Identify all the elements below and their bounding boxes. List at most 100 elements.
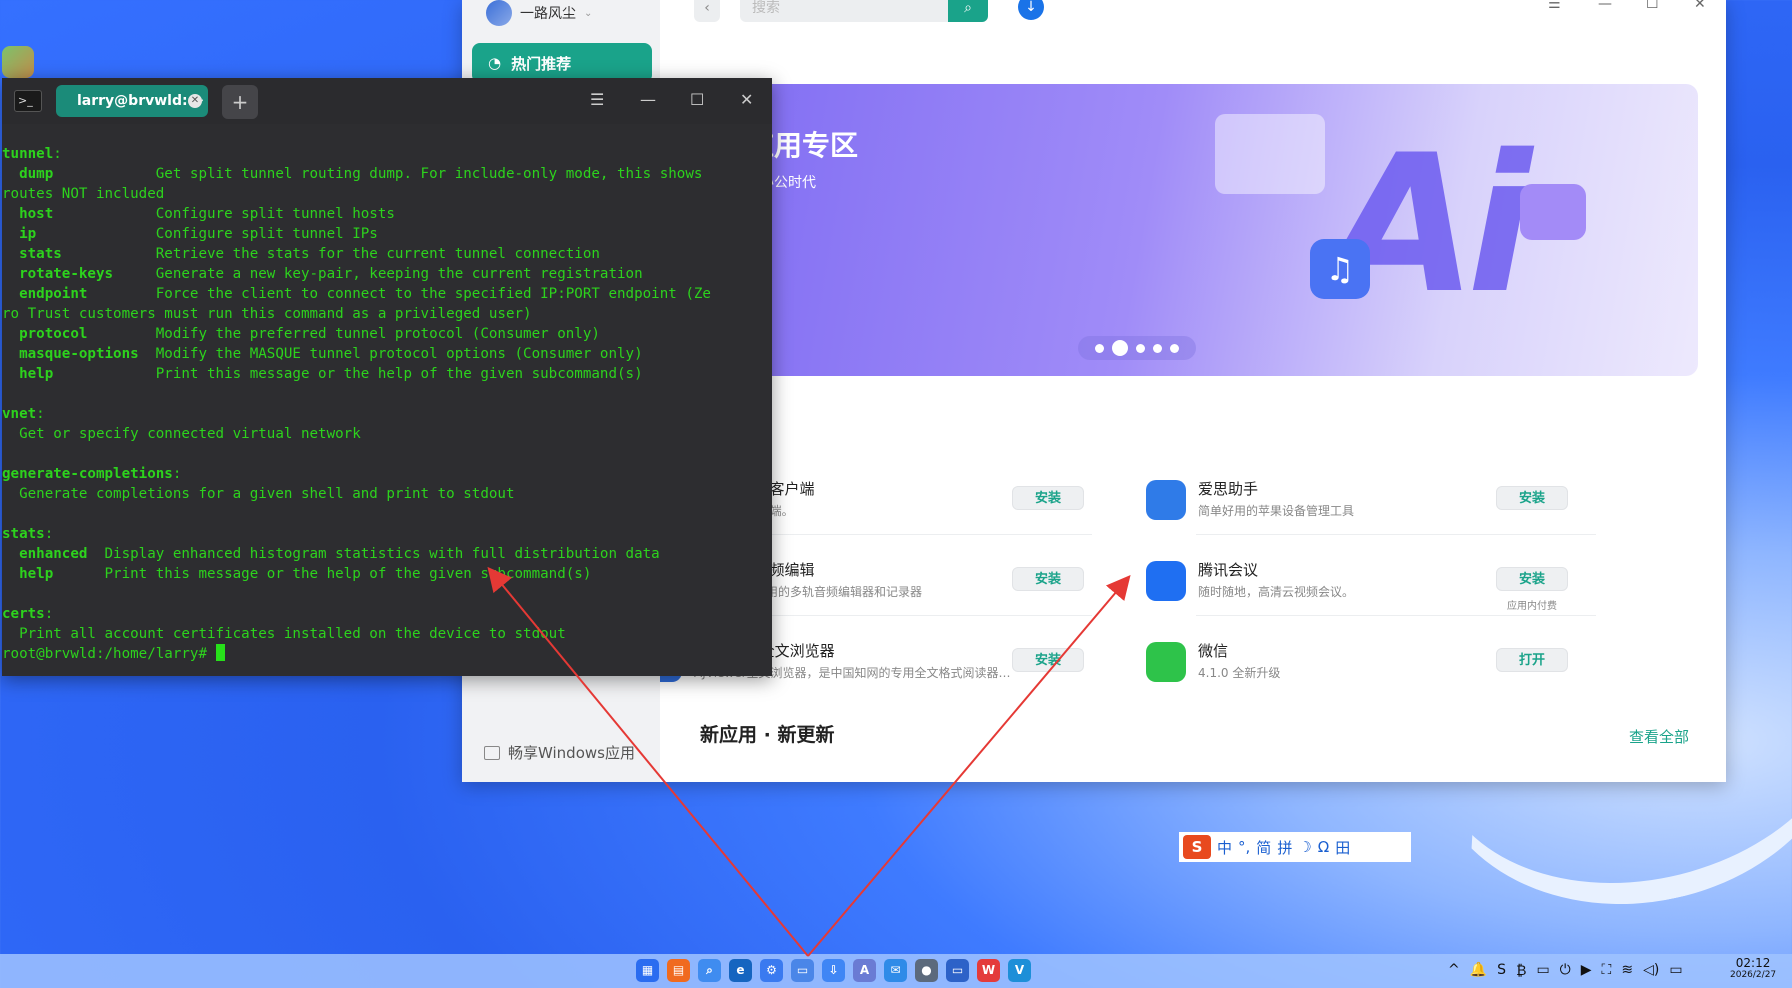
terminal-text: Display enhanced histogram statistics wi… [87, 546, 660, 562]
sidebar-item-windows-apps[interactable]: 畅享Windows应用 [484, 742, 635, 763]
tray-icon[interactable]: ₿ [1516, 962, 1526, 979]
camera-icon[interactable]: ● [915, 959, 938, 982]
terminal-line: masque-options Modify the MASQUE tunnel … [2, 344, 772, 364]
ime-tool-item[interactable]: 拼 [1277, 837, 1292, 858]
clock[interactable]: 02:12 2026/2/27 [1730, 956, 1776, 980]
terminal-prompt-line[interactable]: root@brvwld:/home/larry# [2, 644, 772, 664]
terminal-close-button[interactable]: ✕ [740, 90, 753, 109]
terminal-colon: : [53, 146, 62, 162]
mail-icon[interactable]: ✉ [884, 959, 907, 982]
screen-icon[interactable]: ▭ [946, 959, 969, 982]
close-tab-icon[interactable]: ✕ [188, 94, 202, 108]
ime-tool-item[interactable]: 田 [1335, 837, 1350, 858]
new-tab-button[interactable]: + [222, 85, 258, 119]
tray-icon[interactable]: ▭ [1536, 962, 1549, 979]
download-manager-button[interactable]: ↓ [1018, 0, 1044, 20]
terminal-tab[interactable]: larry@brvwld: ~ ✕ [56, 85, 208, 117]
browser-icon[interactable]: e [729, 959, 752, 982]
tray-icon[interactable]: ◁) [1643, 962, 1659, 979]
terminal-line: vnet: [2, 404, 772, 424]
app-list-item[interactable]: 爱思助手 简单好用的苹果设备管理工具 安装 [1146, 470, 1616, 542]
install-button[interactable]: 安装 [1496, 567, 1568, 591]
launcher-icon[interactable]: ▦ [636, 959, 659, 982]
carousel-dot[interactable] [1095, 343, 1104, 353]
minimize-button[interactable]: — [1598, 0, 1612, 12]
terminal-minimize-button[interactable]: — [640, 90, 656, 109]
search-app-icon[interactable]: ⌕ [698, 959, 721, 982]
terminal-titlebar: >_ larry@brvwld: ~ ✕ + ☰ — ☐ ✕ [2, 78, 772, 124]
wps-icon[interactable]: W [977, 959, 1000, 982]
desktop-app-icon[interactable] [2, 46, 34, 78]
ime-tool-item[interactable]: ☽ [1298, 838, 1311, 856]
settings-icon[interactable]: ⚙ [760, 959, 783, 982]
install-button[interactable]: 安装 [1012, 648, 1084, 672]
terminal-window: >_ larry@brvwld: ~ ✕ + ☰ — ☐ ✕ tunnel: d… [2, 78, 772, 676]
terminal-keyword: protocol [2, 326, 88, 342]
tray-icon[interactable]: ▶ [1581, 962, 1592, 979]
maximize-button[interactable]: ☐ [1646, 0, 1659, 12]
terminal-text: ro Trust customers must run this command… [2, 306, 532, 322]
terminal-menu-button[interactable]: ☰ [590, 90, 604, 109]
terminal-text: Get split tunnel routing dump. For inclu… [53, 166, 703, 182]
sogou-ime-icon[interactable]: S [1183, 835, 1211, 859]
app-icon [1146, 561, 1186, 601]
carousel-dot-active[interactable] [1112, 340, 1128, 356]
tray-icon[interactable]: ≋ [1621, 962, 1633, 979]
install-button[interactable]: 安装 [1496, 486, 1568, 510]
ime-toolbar[interactable]: S 中 °, 简拼 ☽ Ω 田 [1179, 832, 1411, 862]
carousel-dot[interactable] [1136, 343, 1145, 353]
terminal-line: rotate-keys Generate a new key-pair, kee… [2, 264, 772, 284]
tray-icon[interactable]: ^ [1448, 962, 1460, 979]
system-tray: ^ 🔔 S ₿ ▭ ⏻ ▶ ⛶ ≋ ◁) ▭ [1448, 962, 1683, 979]
app-list-item[interactable]: 腾讯会议 随时随地，高清云视频会议。 安装 应用内付费 [1146, 551, 1616, 623]
vscode-icon[interactable]: V [1008, 959, 1031, 982]
terminal-line: host Configure split tunnel hosts [2, 204, 772, 224]
terminal-maximize-button[interactable]: ☐ [690, 90, 704, 109]
carousel-dots[interactable] [1078, 336, 1196, 360]
see-all-link[interactable]: 查看全部 [1629, 726, 1689, 747]
terminal-icon[interactable]: >_ [14, 90, 42, 112]
terminal-text: Generate completions for a given shell a… [2, 486, 515, 502]
back-button[interactable]: ‹ [694, 0, 720, 22]
carousel-dot[interactable] [1153, 343, 1162, 353]
ime-tool-item[interactable]: 中 [1217, 837, 1232, 858]
install-button[interactable]: 安装 [1012, 486, 1084, 510]
terminal-output[interactable]: tunnel: dump Get split tunnel routing du… [2, 144, 772, 664]
text-editor-icon[interactable]: A [853, 959, 876, 982]
search-button[interactable]: ⌕ [948, 0, 988, 22]
app-name: 腾讯会议 [1198, 561, 1259, 579]
carousel-dot[interactable] [1170, 343, 1179, 353]
close-button[interactable]: ✕ [1694, 0, 1706, 12]
file-manager-icon[interactable]: ▭ [791, 959, 814, 982]
menu-button[interactable]: ☰ [1548, 0, 1561, 12]
tray-icon[interactable]: S [1497, 962, 1506, 979]
sidebar-item-hot[interactable]: ◔ 热门推荐 [472, 43, 652, 83]
tray-icon[interactable]: 🔔 [1470, 962, 1487, 979]
user-name: 一路风尘 [520, 6, 576, 22]
user-menu[interactable]: 一路风尘 ⌄ [486, 0, 592, 26]
app-list-item[interactable]: 微信 4.1.0 全新升级 打开 [1146, 632, 1616, 704]
tray-icon[interactable]: ⏻ [1560, 962, 1571, 979]
clock-time: 02:12 [1735, 956, 1771, 970]
promo-banner[interactable]: 应用专区 化办公时代 Ai ♫ [690, 84, 1698, 376]
terminal-keyword: rotate-keys [2, 266, 114, 282]
tray-icon[interactable]: ▭ [1669, 962, 1682, 979]
install-button[interactable]: 安装 [1012, 567, 1084, 591]
tray-icon[interactable]: ⛶ [1602, 962, 1612, 979]
search-input[interactable]: 搜索 [740, 0, 948, 22]
app-description: 简单好用的苹果设备管理工具 [1198, 504, 1355, 518]
app-name: 微信 [1198, 642, 1229, 660]
ime-tool-item[interactable]: 简 [1256, 837, 1271, 858]
ime-tool-item[interactable]: °, [1238, 838, 1250, 856]
open-button[interactable]: 打开 [1496, 648, 1568, 672]
ime-tool-item[interactable]: Ω [1318, 838, 1329, 856]
terminal-colon: : [172, 466, 182, 482]
app-store-icon[interactable]: ⇩ [822, 959, 845, 982]
terminal-prompt: root@brvwld:/home/larry# [2, 646, 216, 662]
multitask-icon[interactable]: ▤ [667, 959, 690, 982]
terminal-line: ip Configure split tunnel IPs [2, 224, 772, 244]
banner-ai-graphic: Ai [1330, 114, 1532, 335]
terminal-keyword: certs [2, 606, 45, 622]
store-main: ‹ 搜索 ⌕ ↓ ☰ — ☐ ✕ 应用专区 化办公时代 Ai ♫ 荐 [660, 0, 1726, 782]
